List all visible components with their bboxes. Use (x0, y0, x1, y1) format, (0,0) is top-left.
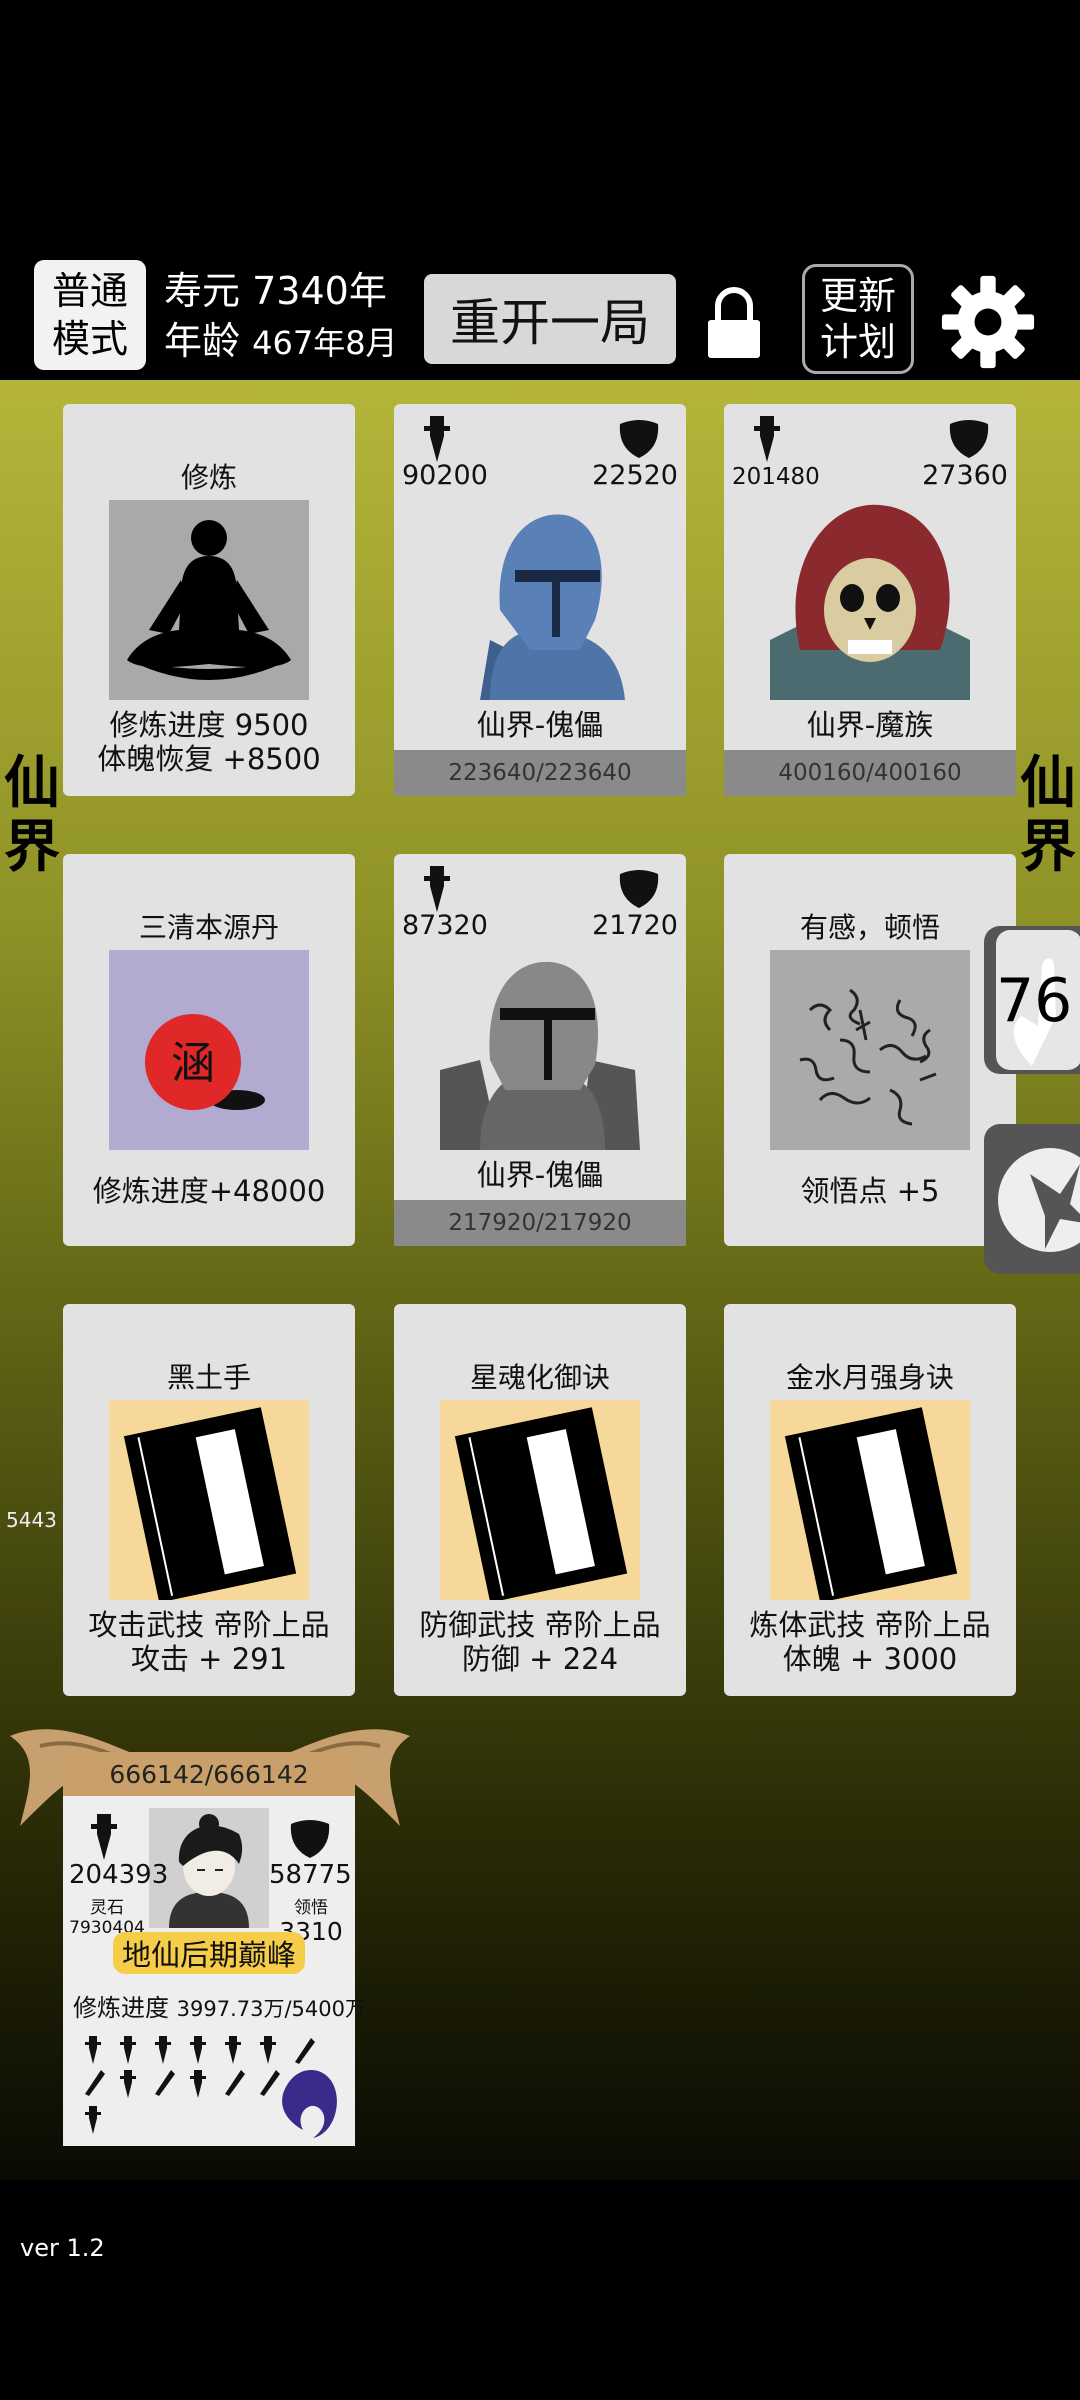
realm-label-left: 仙 界 (0, 752, 64, 880)
realm-label-right-char2: 界 (1020, 815, 1076, 880)
mode-button[interactable]: 普通 模式 (34, 260, 146, 370)
lifespan-info: 寿元 7340年 年龄 467年8月 (164, 266, 398, 368)
realm-label-right-char1: 仙 (1020, 751, 1076, 816)
card-line-2: 防御 + 224 (461, 1642, 619, 1676)
realm-label-left-char2: 界 (4, 815, 60, 880)
skill-card-3[interactable]: 金水月强身诀 炼体武技 帝阶上品 体魄 + 3000 (724, 1304, 1016, 1696)
demon-skull-portrait (770, 500, 970, 700)
enemy-attack: 87320 (402, 910, 488, 941)
lock-icon[interactable] (706, 284, 762, 360)
card-line-1: 防御武技 帝阶上品 (419, 1608, 661, 1642)
enemy-attack: 201480 (732, 464, 820, 490)
card-line-1: 修炼进度+48000 (92, 1174, 326, 1208)
restart-button[interactable]: 重开一局 (424, 274, 676, 364)
shield-icon (949, 420, 989, 458)
update-label-1: 更新 (819, 274, 896, 318)
cultivate-card[interactable]: 修炼 修炼进度 9500 体魄恢复 +8500 (63, 404, 355, 796)
gear-icon[interactable] (940, 274, 1036, 370)
enemy-name: 仙界-傀儡 (476, 708, 604, 742)
card-line-2: 攻击 + 291 (130, 1642, 288, 1676)
enemy-hp-bar: 223640/223640 (394, 750, 686, 796)
counter-text: 5443 (6, 1508, 57, 1532)
age-value: 467年8月 (252, 324, 398, 362)
mode-label-1: 普通 (51, 269, 128, 313)
enemy-attack: 90200 (402, 460, 488, 491)
age-label: 年龄 (164, 319, 241, 363)
card-line-1: 炼体武技 帝阶上品 (749, 1608, 991, 1642)
card-line-1: 领悟点 +5 (800, 1174, 940, 1208)
mode-label-2: 模式 (51, 317, 128, 361)
puppet-knight-portrait (440, 500, 640, 700)
skill-tab[interactable] (984, 1124, 1080, 1274)
player-attack: 204393 (69, 1860, 169, 1890)
enemy-hp-bar: 217920/217920 (394, 1200, 686, 1246)
sword-icon (424, 866, 450, 912)
card-title: 金水月强身诀 (785, 1361, 954, 1394)
bottom-area (0, 2180, 1080, 2400)
sword-icon (754, 416, 780, 462)
enemy-defense: 21720 (592, 910, 678, 941)
book-icon (770, 1400, 970, 1600)
realm-label-right: 仙 界 (1016, 752, 1080, 880)
enemy-card-puppet-1[interactable]: 90200 22520 仙界-傀儡 223640/223640 (394, 404, 686, 796)
player-defense: 58775 (269, 1860, 352, 1890)
pill-card[interactable]: 三清本源丹 涵 修炼进度+48000 (63, 854, 355, 1246)
card-title: 三清本源丹 (138, 911, 279, 944)
spirit-stone-label: 灵石 (90, 1898, 124, 1918)
shield-icon (619, 420, 659, 458)
progress-label: 修炼进度 (73, 1994, 169, 2022)
pill-icon: 涵 (109, 950, 309, 1150)
player-progress: 修炼进度 3997.73万/5400万 (73, 1988, 366, 2023)
top-bar: 普通 模式 寿元 7340年 年龄 467年8月 重开一局 更新 计划 (0, 250, 1080, 380)
insight-scroll-icon (770, 950, 970, 1150)
shield-icon (290, 1820, 330, 1858)
book-icon (109, 1400, 309, 1600)
player-hp-bar: 666142/666142 (63, 1752, 355, 1796)
burst-icon (998, 1148, 1080, 1252)
enemy-card-demon[interactable]: 201480 27360 仙界-魔族 400160/400160 (724, 404, 1016, 796)
book-icon (440, 1400, 640, 1600)
sword-icon (91, 1814, 117, 1860)
shield-icon (619, 870, 659, 908)
enemy-card-puppet-2[interactable]: 87320 21720 仙界-傀儡 217920/217920 (394, 854, 686, 1246)
skill-card-1[interactable]: 黑土手 攻击武技 帝阶上品 攻击 + 291 (63, 1304, 355, 1696)
lifespan-label: 寿元 (164, 269, 241, 313)
pill-glyph: 涵 (171, 1038, 215, 1089)
enemy-name: 仙界-魔族 (806, 708, 934, 742)
card-line-2: 体魄 + 3000 (782, 1642, 958, 1676)
skill-card-2[interactable]: 星魂化御诀 防御武技 帝阶上品 防御 + 224 (394, 1304, 686, 1696)
insight-card[interactable]: 有感，顿悟 领悟点 +5 (724, 854, 1016, 1246)
update-plan-button[interactable]: 更新 计划 (802, 264, 914, 374)
enemy-defense: 22520 (592, 460, 678, 491)
update-label-2: 计划 (819, 320, 896, 364)
meditation-icon (109, 500, 309, 700)
card-title: 有感，顿悟 (799, 911, 940, 944)
card-line-2: 体魄恢复 +8500 (97, 742, 321, 776)
realm-label-left-char1: 仙 (4, 751, 60, 816)
card-title: 修炼 (180, 461, 237, 494)
card-title: 星魂化御诀 (469, 1361, 610, 1394)
realm-badge: 地仙后期巅峰 (113, 1932, 305, 1974)
enemy-name: 仙界-傀儡 (476, 1158, 604, 1192)
sword-icon (424, 416, 450, 462)
progress-value: 3997.73万/5400万 (176, 1997, 366, 2021)
card-line-1: 攻击武技 帝阶上品 (88, 1608, 330, 1642)
hand-count: 76 (996, 966, 1073, 1036)
version-label: ver 1.2 (20, 2234, 105, 2262)
enemy-hp-bar: 400160/400160 (724, 750, 1016, 796)
card-title: 黑土手 (166, 1361, 251, 1394)
iron-knight-portrait (440, 950, 640, 1150)
equipment-icons (85, 2036, 337, 2138)
enemy-defense: 27360 (922, 460, 1008, 491)
card-line-1: 修炼进度 9500 (109, 708, 309, 742)
lifespan-value: 7340年 (252, 269, 387, 313)
player-card[interactable]: 666142/666142 204393 58775 灵石 7930404 领悟… (63, 1752, 366, 2146)
insight-label: 领悟 (294, 1898, 328, 1918)
